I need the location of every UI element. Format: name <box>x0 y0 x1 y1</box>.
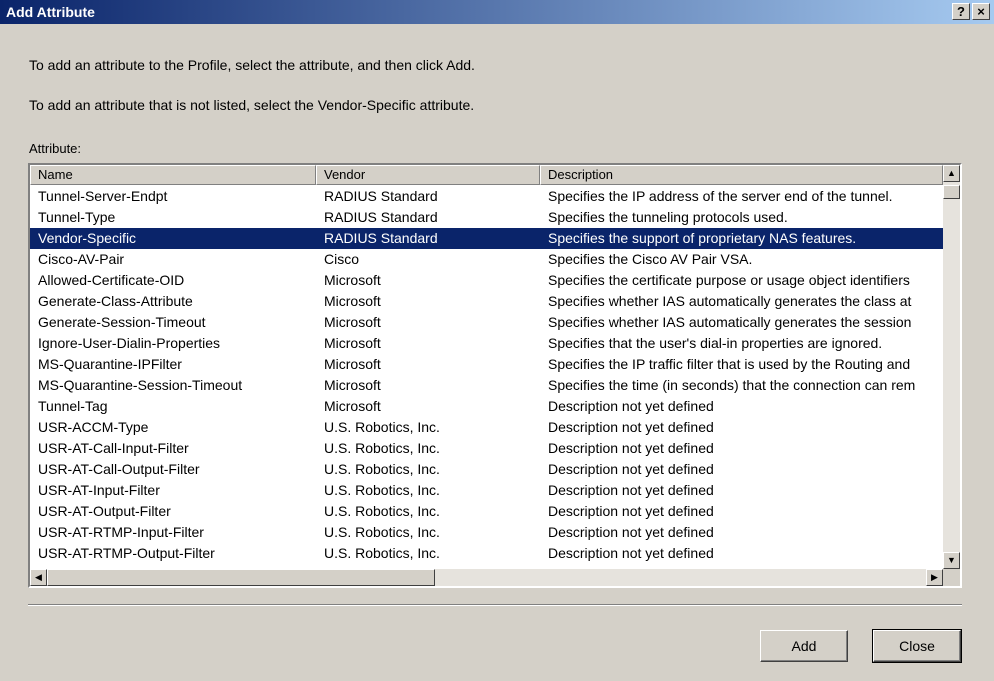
cell-description: Description not yet defined <box>548 545 714 561</box>
cell-name: Ignore-User-Dialin-Properties <box>38 335 221 351</box>
scrollbar-corner <box>943 569 960 586</box>
cell-vendor: U.S. Robotics, Inc. <box>324 419 440 435</box>
table-row[interactable]: USR-ACCM-Type U.S. Robotics, Inc. Descript… <box>30 417 958 438</box>
cell-description: Description not yet defined <box>548 398 714 414</box>
table-row[interactable]: Tunnel-Type RADIUS Standard Specifies the … <box>30 207 958 228</box>
table-row[interactable]: Ignore-User-Dialin-Properties Microsoft Sp… <box>30 333 958 354</box>
title-bar[interactable]: Add Attribute ? × <box>0 0 994 24</box>
cell-description: Description not yet defined <box>548 461 714 477</box>
cell-name: Tunnel-Type <box>38 209 116 225</box>
cell-vendor: RADIUS Standard <box>324 230 438 246</box>
cell-description: Specifies the time (in seconds) that the… <box>548 377 916 393</box>
cell-name: USR-AT-Input-Filter <box>38 482 160 498</box>
horizontal-scroll-thumb[interactable] <box>47 569 435 586</box>
list-rows: Tunnel-Server-Endpt RADIUS Standard Specif… <box>30 186 958 569</box>
table-row[interactable]: USR-AT-Output-Filter U.S. Robotics, Inc. D… <box>30 501 958 522</box>
cell-name: Vendor-Specific <box>38 230 137 246</box>
instruction-text: To add an attribute to the Profile, sele… <box>29 57 475 73</box>
cell-description: Specifies whether IAS automatically gene… <box>548 293 912 309</box>
cell-vendor: Microsoft <box>324 398 381 414</box>
scroll-down-icon[interactable]: ▼ <box>943 552 960 569</box>
scroll-left-icon[interactable]: ◀ <box>30 569 47 586</box>
cell-vendor: U.S. Robotics, Inc. <box>324 524 440 540</box>
separator <box>28 604 962 606</box>
cell-name: USR-AT-RTMP-Output-Filter <box>38 545 215 561</box>
cell-vendor: U.S. Robotics, Inc. <box>324 461 440 477</box>
table-row[interactable]: USR-AT-RTMP-Input-Filter U.S. Robotics, I… <box>30 522 958 543</box>
cell-vendor: RADIUS Standard <box>324 209 438 225</box>
vertical-scroll-thumb[interactable] <box>943 185 960 199</box>
cell-description: Specifies the IP traffic filter that is … <box>548 356 911 372</box>
cell-vendor: Cisco <box>324 251 360 267</box>
horizontal-scrollbar[interactable]: ◀ ▶ <box>30 569 943 586</box>
cell-description: Specifies whether IAS automatically gene… <box>548 314 912 330</box>
cell-vendor: Microsoft <box>324 377 381 393</box>
cell-name: USR-AT-Output-Filter <box>38 503 171 519</box>
cell-description: Description not yet defined <box>548 503 714 519</box>
cell-description: Specifies the IP address of the server e… <box>548 188 893 204</box>
cell-description: Specifies the tunneling protocols used. <box>548 209 788 225</box>
cell-vendor: Microsoft <box>324 356 381 372</box>
cell-description: Description not yet defined <box>548 482 714 498</box>
list-header: Name Vendor Description <box>30 165 943 185</box>
cell-description: Description not yet defined <box>548 440 714 456</box>
column-header-name[interactable]: Name <box>30 165 316 185</box>
cell-name: Cisco-AV-Pair <box>38 251 125 267</box>
column-header-description[interactable]: Description <box>540 165 943 185</box>
cell-description: Specifies the certificate purpose or usa… <box>548 272 910 288</box>
close-button[interactable]: Close <box>872 629 962 663</box>
cell-name: Allowed-Certificate-OID <box>38 272 185 288</box>
table-row[interactable]: Tunnel-Server-Endpt RADIUS Standard Specif… <box>30 186 958 207</box>
cell-vendor: U.S. Robotics, Inc. <box>324 545 440 561</box>
table-row[interactable]: MS-Quarantine-Session-Timeout Microsoft Sp… <box>30 375 958 396</box>
cell-vendor: Microsoft <box>324 293 381 309</box>
table-row[interactable]: USR-AT-Input-Filter U.S. Robotics, Inc. De… <box>30 480 958 501</box>
cell-vendor: U.S. Robotics, Inc. <box>324 440 440 456</box>
instruction-text: To add an attribute that is not listed, … <box>29 97 475 113</box>
table-row[interactable]: USR-AT-RTMP-Output-Filter U.S. Robotics, … <box>30 543 958 564</box>
cell-name: MS-Quarantine-IPFilter <box>38 356 182 372</box>
window-title: Add Attribute <box>6 4 95 20</box>
scroll-right-icon[interactable]: ▶ <box>926 569 943 586</box>
table-row[interactable]: Vendor-Specific RADIUS Standard Specifies … <box>30 228 958 249</box>
cell-vendor: U.S. Robotics, Inc. <box>324 503 440 519</box>
cell-description: Specifies the Cisco AV Pair VSA. <box>548 251 753 267</box>
column-header-vendor[interactable]: Vendor <box>316 165 540 185</box>
cell-vendor: U.S. Robotics, Inc. <box>324 482 440 498</box>
attribute-label: Attribute: <box>29 141 82 156</box>
table-row[interactable]: USR-AT-Call-Output-Filter U.S. Robotics, … <box>30 459 958 480</box>
cell-vendor: Microsoft <box>324 335 381 351</box>
cell-description: Specifies that the user's dial-in proper… <box>548 335 883 351</box>
cell-name: USR-ACCM-Type <box>38 419 149 435</box>
table-row[interactable]: Cisco-AV-Pair Cisco Specifies the Cisco AV… <box>30 249 958 270</box>
close-window-button[interactable]: × <box>972 3 990 20</box>
cell-vendor: Microsoft <box>324 314 381 330</box>
table-row[interactable]: USR-AT-Call-Input-Filter U.S. Robotics, I… <box>30 438 958 459</box>
cell-name: USR-AT-Call-Input-Filter <box>38 440 189 456</box>
scroll-up-icon[interactable]: ▲ <box>943 165 960 182</box>
table-row[interactable]: MS-Quarantine-IPFilter Microsoft Specifies… <box>30 354 958 375</box>
table-row[interactable]: Tunnel-Tag Microsoft Description not yet d… <box>30 396 958 417</box>
cell-description: Description not yet defined <box>548 419 714 435</box>
cell-name: Tunnel-Tag <box>38 398 108 414</box>
attribute-list[interactable]: Name Vendor Description Tunnel-Server-En… <box>28 163 962 588</box>
cell-name: USR-AT-Call-Output-Filter <box>38 461 200 477</box>
table-row[interactable]: Generate-Session-Timeout Microsoft Specifi… <box>30 312 958 333</box>
cell-name: USR-AT-RTMP-Input-Filter <box>38 524 204 540</box>
cell-name: Generate-Class-Attribute <box>38 293 193 309</box>
cell-description: Description not yet defined <box>548 524 714 540</box>
vertical-scrollbar[interactable]: ▲ ▼ <box>943 165 960 569</box>
cell-name: Tunnel-Server-Endpt <box>38 188 168 204</box>
table-row[interactable]: Generate-Class-Attribute Microsoft Specifi… <box>30 291 958 312</box>
table-row[interactable]: Allowed-Certificate-OID Microsoft Specifie… <box>30 270 958 291</box>
cell-name: Generate-Session-Timeout <box>38 314 206 330</box>
add-button[interactable]: Add <box>760 630 848 662</box>
cell-vendor: RADIUS Standard <box>324 188 438 204</box>
cell-vendor: Microsoft <box>324 272 381 288</box>
cell-description: Specifies the support of proprietary NAS… <box>548 230 857 246</box>
cell-name: MS-Quarantine-Session-Timeout <box>38 377 243 393</box>
help-button[interactable]: ? <box>952 3 970 20</box>
